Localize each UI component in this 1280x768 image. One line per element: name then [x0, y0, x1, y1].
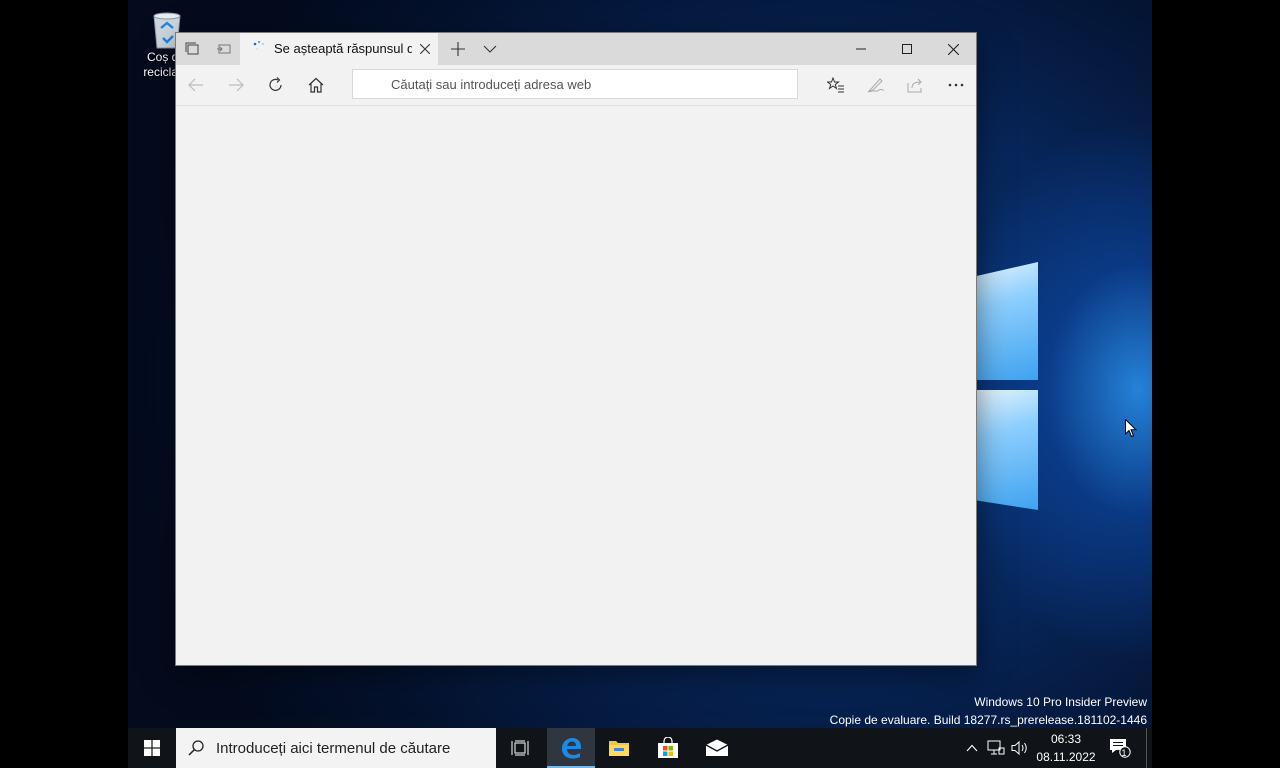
- minimize-icon: [856, 48, 866, 50]
- file-explorer-button[interactable]: [595, 728, 643, 768]
- show-desktop-button[interactable]: [1146, 728, 1153, 768]
- page-content[interactable]: [176, 106, 976, 665]
- address-bar[interactable]: [352, 69, 798, 99]
- back-icon: [188, 78, 203, 92]
- watermark-build: Copie de evaluare. Build 18277.rs_prerel…: [829, 713, 1147, 727]
- minimize-button[interactable]: [838, 33, 884, 65]
- volume-icon: [1011, 740, 1027, 756]
- refresh-button[interactable]: [256, 65, 296, 105]
- chevron-up-icon: [966, 744, 978, 752]
- maximize-button[interactable]: [884, 33, 930, 65]
- edge-browser-window: Se așteaptă răspunsul d: [176, 33, 976, 665]
- mail-button[interactable]: [693, 728, 741, 768]
- windows-start-icon: [144, 740, 160, 756]
- navigation-bar: [176, 65, 976, 106]
- edge-icon: [562, 738, 581, 759]
- clock-time: 06:33: [1050, 732, 1082, 746]
- show-hidden-icons-button[interactable]: [962, 728, 982, 768]
- file-explorer-icon: [609, 741, 629, 756]
- address-input[interactable]: [353, 70, 797, 98]
- clock-date: 08.11.2022: [1036, 750, 1096, 764]
- store-button[interactable]: [644, 728, 692, 768]
- favorites-button[interactable]: [816, 65, 856, 105]
- loading-spinner-icon: [253, 40, 264, 50]
- start-button[interactable]: [128, 728, 176, 768]
- watermark-edition: Windows 10 Pro Insider Preview: [974, 695, 1147, 709]
- search-icon: [176, 740, 216, 756]
- close-window-button[interactable]: [930, 33, 976, 65]
- new-tab-button[interactable]: [442, 33, 474, 65]
- forward-icon: [229, 78, 244, 92]
- chevron-down-icon: [483, 45, 497, 53]
- forward-button[interactable]: [216, 65, 256, 105]
- home-icon: [308, 77, 324, 93]
- title-bar: Se așteaptă răspunsul d: [176, 33, 976, 65]
- close-icon: [420, 44, 430, 54]
- maximize-icon: [902, 44, 912, 54]
- clock[interactable]: 06:33 08.11.2022: [1028, 728, 1104, 768]
- set-aside-tabs-button[interactable]: [176, 33, 208, 65]
- edge-taskbar-button[interactable]: [547, 728, 595, 768]
- close-tab-button[interactable]: [412, 33, 438, 65]
- more-button[interactable]: [936, 65, 976, 105]
- new-tab-icon: [451, 42, 465, 56]
- share-button[interactable]: [896, 65, 936, 105]
- tab-preview-icon: [217, 44, 231, 54]
- back-button[interactable]: [176, 65, 216, 105]
- notes-button[interactable]: [856, 65, 896, 105]
- action-center-button[interactable]: 1: [1106, 728, 1134, 768]
- pen-icon: [867, 78, 885, 93]
- network-button[interactable]: [984, 728, 1008, 768]
- more-icon: [948, 83, 964, 87]
- refresh-icon: [269, 77, 282, 91]
- network-icon: [987, 740, 1005, 755]
- favorites-icon: [827, 77, 844, 93]
- task-view-button[interactable]: [496, 728, 544, 768]
- active-tab[interactable]: Se așteaptă răspunsul d: [240, 33, 438, 65]
- home-button[interactable]: [296, 65, 336, 105]
- search-placeholder: Introduceți aici termenul de căutare: [216, 739, 451, 757]
- taskbar: Introduceți aici termenul de căutare 06:…: [128, 728, 1152, 768]
- taskbar-search-box[interactable]: Introduceți aici termenul de căutare: [176, 728, 496, 768]
- mouse-cursor-icon: [1125, 419, 1137, 438]
- tab-preview-button[interactable]: [208, 33, 240, 65]
- set-aside-tabs-icon: [185, 42, 199, 55]
- tab-list-button[interactable]: [474, 33, 506, 65]
- notification-count-badge: 1: [1121, 748, 1127, 758]
- build-watermark: Windows 10 Pro Insider Preview Copie de …: [830, 693, 1147, 729]
- tab-title: Se așteaptă răspunsul d: [274, 41, 412, 56]
- windows-logo-wallpaper: [976, 240, 1046, 520]
- mail-icon: [705, 739, 729, 756]
- store-icon: [658, 737, 678, 758]
- task-view-icon: [511, 740, 529, 756]
- share-icon: [907, 78, 922, 93]
- close-icon: [947, 43, 959, 55]
